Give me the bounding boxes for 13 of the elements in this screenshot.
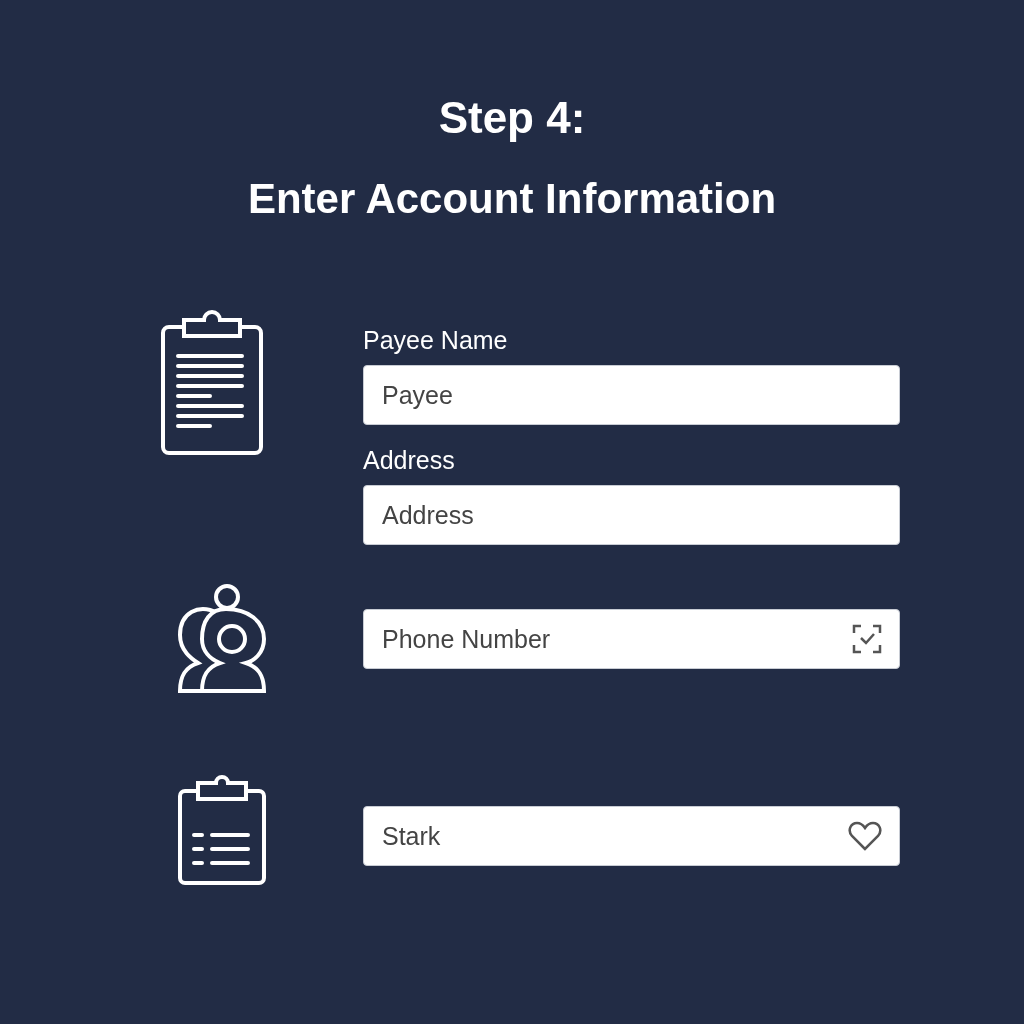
step-heading: Step 4: xyxy=(438,92,586,144)
input-field[interactable]: Payee xyxy=(363,365,900,425)
checkbox-icon[interactable] xyxy=(852,624,882,654)
people-icon xyxy=(178,583,268,695)
heart-icon[interactable] xyxy=(848,821,882,851)
clipboard-icon xyxy=(160,310,264,456)
field-label: Address xyxy=(363,445,455,475)
input-field[interactable]: Stark xyxy=(363,806,900,866)
checklist-icon xyxy=(178,775,266,885)
input-field[interactable]: Address xyxy=(363,485,900,545)
field-label: Payee Name xyxy=(363,325,508,355)
page-title: Enter Account Information xyxy=(247,174,777,224)
input-field[interactable]: Phone Number xyxy=(363,609,900,669)
